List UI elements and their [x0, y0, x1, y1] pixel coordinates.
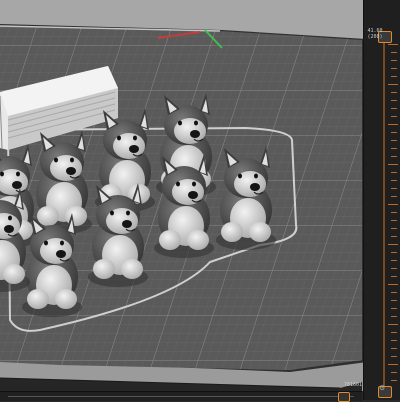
layer-tick — [391, 308, 397, 309]
layer-tick — [391, 156, 397, 157]
layer-tick — [388, 324, 398, 325]
layer-tick — [391, 260, 397, 261]
layer-tick — [391, 180, 397, 181]
layer-tick — [391, 108, 397, 109]
layer-slider-track[interactable] — [383, 40, 385, 390]
horizontal-slider-track[interactable] — [8, 396, 354, 397]
layer-tick — [391, 316, 397, 317]
layer-tick — [391, 52, 397, 53]
layer-tick — [391, 276, 397, 277]
layer-tick — [388, 44, 398, 45]
layer-tick — [391, 292, 397, 293]
layer-tick — [391, 332, 397, 333]
layer-slider-panel: 41.60 (208) ⚙ — [363, 0, 400, 400]
layer-number-value: (208) — [367, 34, 383, 40]
layer-tick — [391, 140, 397, 141]
layer-tick — [388, 364, 398, 365]
layer-tick — [391, 220, 397, 221]
layer-tick — [391, 100, 397, 101]
layer-tick — [391, 356, 397, 357]
layer-tick — [391, 228, 397, 229]
3d-viewport[interactable] — [0, 0, 400, 400]
layer-tick — [388, 124, 398, 125]
layer-tick — [388, 284, 398, 285]
layer-tick — [391, 196, 397, 197]
layer-tick — [391, 68, 397, 69]
layer-tick — [391, 148, 397, 149]
layer-tick — [391, 92, 397, 93]
layer-tick — [391, 300, 397, 301]
layer-tick — [388, 84, 398, 85]
layer-tick — [391, 348, 397, 349]
layer-tick — [391, 236, 397, 237]
layer-tick — [388, 244, 398, 245]
horizontal-slider-value: 781601 — [343, 382, 362, 388]
layer-tick — [391, 172, 397, 173]
layer-tick — [388, 164, 398, 165]
layer-tick — [388, 204, 398, 205]
layer-tick — [391, 372, 397, 373]
layer-tick — [391, 188, 397, 189]
layer-tick — [391, 380, 397, 381]
layer-tick — [391, 212, 397, 213]
layer-top-label: 41.60 (208) — [365, 28, 385, 40]
layer-tick — [391, 340, 397, 341]
layer-tick — [391, 116, 397, 117]
layer-tick — [391, 60, 397, 61]
layer-tick — [391, 132, 397, 133]
layer-tick — [391, 76, 397, 77]
gear-icon[interactable]: ⚙ — [379, 384, 385, 392]
layer-tick — [391, 268, 397, 269]
horizontal-slider-thumb[interactable] — [338, 392, 350, 402]
layer-ticks — [364, 0, 400, 400]
layer-tick — [391, 252, 397, 253]
